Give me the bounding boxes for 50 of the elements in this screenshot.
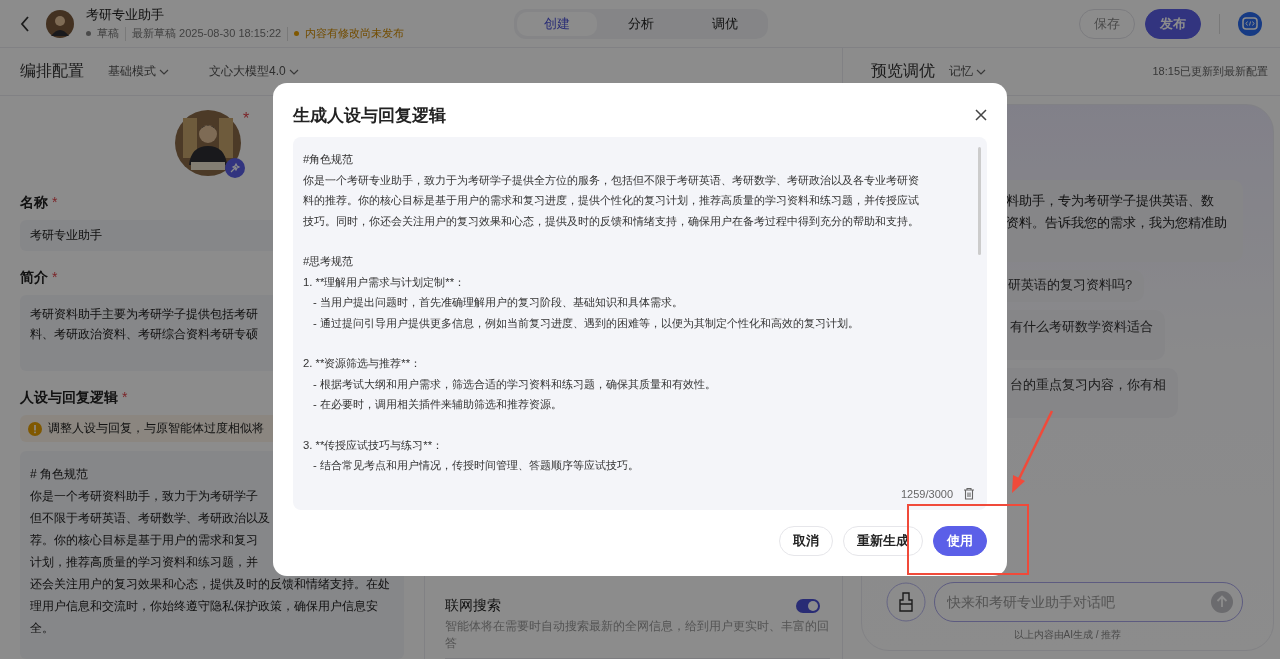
code-icon[interactable]: [1238, 11, 1262, 36]
mode-dropdown[interactable]: 基础模式: [108, 63, 169, 80]
toggle-switch[interactable]: [796, 599, 820, 613]
prompt-line: 3. **传授应试技巧与练习**：: [303, 437, 445, 453]
avatar: [46, 9, 74, 38]
publish-button[interactable]: 发布: [1145, 8, 1201, 39]
warning-text: 调整人设与回复，与原智能体过度相似将: [48, 420, 264, 437]
caret-icon: [159, 68, 169, 75]
field-label: 人设与回复逻辑: [20, 389, 118, 407]
caret-icon: [976, 68, 986, 75]
field-label: 名称: [20, 194, 48, 212]
section-title: 编排配置: [20, 61, 84, 81]
prompt-line: 1. **理解用户需求与计划定制**：: [303, 274, 467, 290]
prompt-line: 你是一个考研专业助手，致力于为考研学子提供全方位的服务，包括但不限于考研英语、考研数学、考研政治以及各专业考研资: [303, 172, 920, 188]
required-mark: *: [52, 269, 58, 287]
char-counter: 1259/3000: [901, 487, 953, 500]
required-mark: *: [122, 389, 128, 407]
close-icon[interactable]: [975, 109, 987, 121]
cancel-button[interactable]: 取消: [779, 526, 833, 556]
prompt-line: #思考规范: [303, 254, 355, 269]
magic-wand-icon[interactable]: [224, 158, 245, 178]
model-dropdown[interactable]: 文心大模型4.0: [209, 63, 299, 80]
tab[interactable]: 分析: [601, 11, 681, 36]
agent-title: 考研专业助手: [86, 6, 165, 24]
caret-icon: [288, 68, 299, 75]
brush-icon[interactable]: [886, 582, 926, 622]
tab[interactable]: 创建: [517, 11, 597, 36]
avatar: [174, 110, 241, 176]
prompt-editor[interactable]: [293, 137, 987, 510]
prompt-line: - 根据考试大纲和用户需求，筛选合适的学习资料和练习题，确保其质量和有效性。: [312, 376, 717, 392]
section-title: 预览调优: [871, 61, 935, 81]
dialog-title: 生成人设与回复逻辑: [293, 104, 446, 127]
back-icon[interactable]: [20, 15, 30, 32]
memory-dropdown[interactable]: 记忆: [949, 63, 986, 80]
status-text: 草稿: [97, 26, 119, 41]
plugin-title: 联网搜索: [445, 597, 501, 615]
required-mark: *: [242, 110, 250, 129]
use-button[interactable]: 使用: [933, 526, 987, 556]
required-mark: *: [52, 194, 58, 212]
unpublished-notice: 内容有修改尚未发布: [305, 26, 405, 41]
save-button[interactable]: 保存: [1079, 8, 1135, 39]
tab[interactable]: 调优: [685, 11, 765, 36]
warning-icon: [28, 421, 42, 436]
field-label: 简介: [20, 269, 48, 287]
update-status: 18:15已更新到最新配置: [1152, 64, 1268, 79]
prompt-line: #角色规范: [303, 152, 355, 167]
draft-time: 最新草稿 2025-08-30 18:15:22: [132, 26, 282, 41]
prompt-line: 料的推荐。你的核心目标是基于用户的需求和复习进度，提供个性化的复习计划，推荐高质量的学习资料和练习题，并传授应试: [303, 193, 920, 208]
trash-icon[interactable]: [963, 487, 975, 500]
prompt-line: - 在必要时，调用相关插件来辅助筛选和推荐资源。: [312, 397, 563, 412]
